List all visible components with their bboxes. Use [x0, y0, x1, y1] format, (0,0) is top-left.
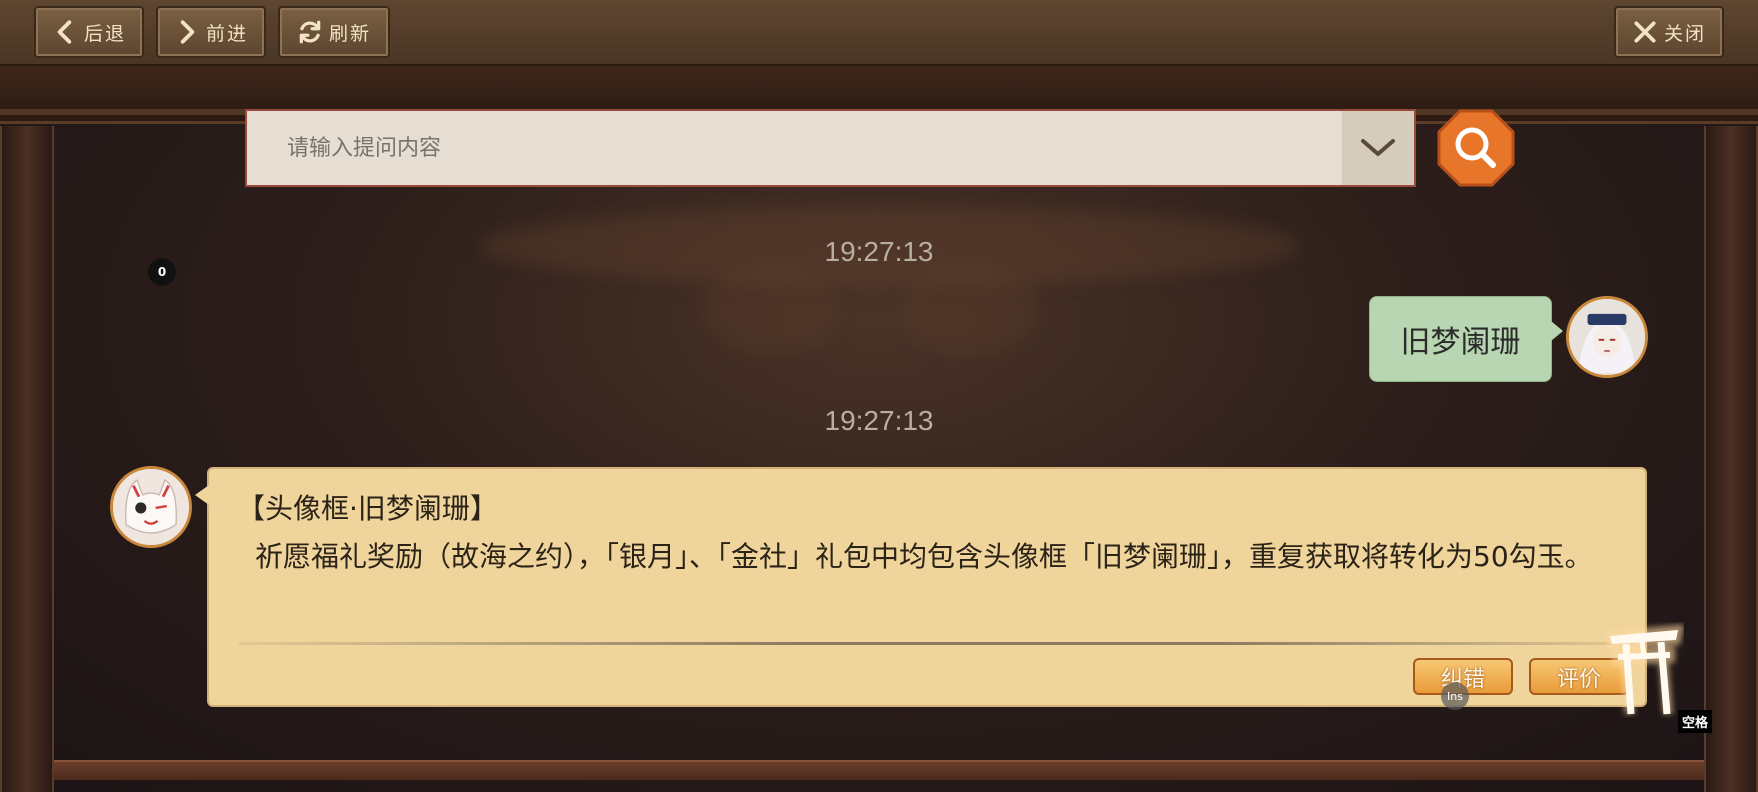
message-timestamp: 19:27:13 [824, 236, 934, 267]
user-message-text: 旧梦阑珊 [1400, 325, 1521, 360]
fox-avatar-image [113, 469, 189, 545]
left-pillar [0, 126, 54, 792]
close-button[interactable]: 关闭 [1614, 6, 1724, 58]
close-icon [1634, 21, 1656, 43]
back-label: 后退 [83, 22, 126, 45]
bot-message-bubble: 【头像框·旧梦阑珊】 祈愿福礼奖励（故海之约），「银月」、「金社」礼包中均包含头… [195, 467, 1647, 707]
refresh-label: 刷新 [328, 22, 371, 45]
refresh-button[interactable]: 刷新 [278, 6, 390, 58]
refresh-icon [299, 20, 321, 44]
search-button[interactable] [1437, 109, 1515, 187]
back-button[interactable]: 后退 [34, 6, 144, 58]
answer-body: 祈愿福礼奖励（故海之约），「银月」、「金社」礼包中均包含头像框「旧梦阑珊」，重复… [255, 540, 1593, 573]
user-message-bubble: 旧梦阑珊 [1369, 296, 1563, 382]
chevron-right-icon [180, 20, 195, 44]
user-avatar-image [1569, 299, 1645, 375]
user-avatar [1566, 296, 1648, 378]
close-label: 关闭 [1663, 22, 1706, 45]
message-timestamp: 19:27:13 [824, 405, 934, 436]
ins-key-hint: Ins [1441, 682, 1469, 710]
forward-button[interactable]: 前进 [156, 6, 266, 58]
torii-gate-icon[interactable] [1604, 622, 1684, 718]
space-key-hint: 空格 [1678, 710, 1713, 733]
top-toolbar: 后退 前进 刷新 关闭 [0, 0, 1758, 66]
bottom-railing [54, 760, 1704, 780]
chevron-down-icon [1361, 139, 1395, 156]
answer-divider [239, 642, 1634, 645]
right-pillar [1704, 126, 1758, 792]
search-input[interactable] [247, 111, 1342, 185]
chevron-left-icon [57, 20, 72, 44]
answer-title: 【头像框·旧梦阑珊】 [237, 492, 498, 525]
forward-label: 前进 [205, 22, 248, 45]
search-dropdown-button[interactable] [1342, 111, 1414, 185]
bot-avatar [110, 466, 192, 548]
search-bar [245, 109, 1416, 187]
